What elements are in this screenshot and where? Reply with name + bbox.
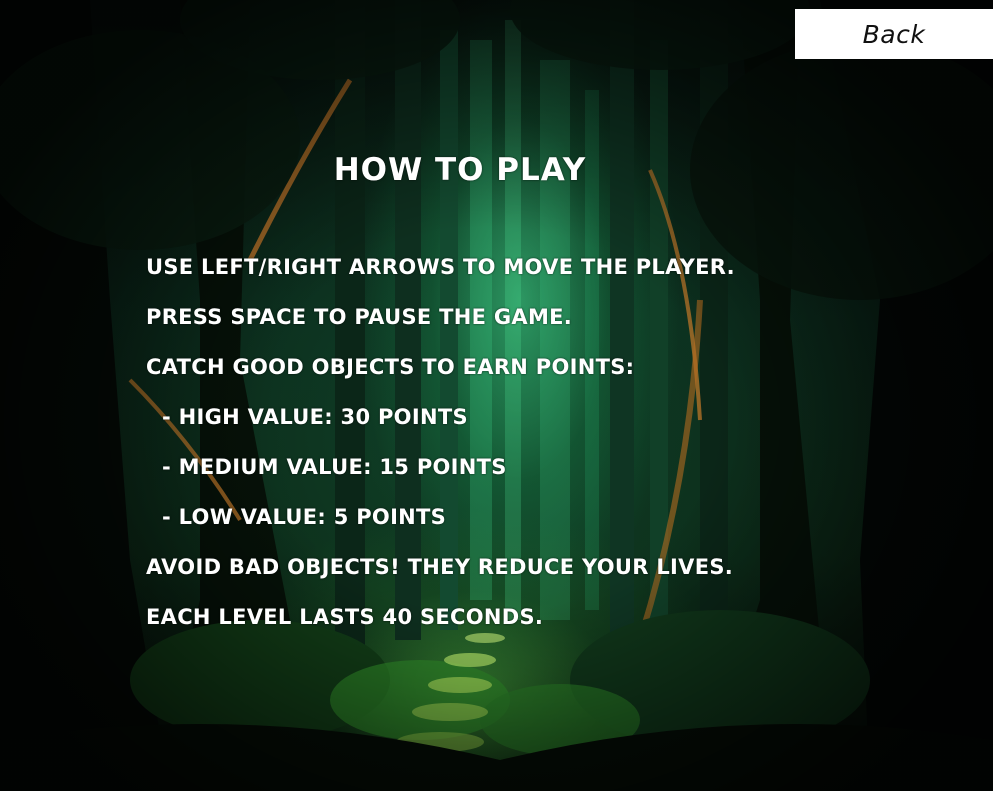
back-button[interactable]: Back	[795, 9, 993, 59]
instruction-low-value: - LOW VALUE: 5 POINTS	[162, 505, 447, 529]
instruction-pause: PRESS SPACE TO PAUSE THE GAME.	[146, 305, 573, 329]
instructions-list: USE LEFT/RIGHT ARROWS TO MOVE THE PLAYER…	[146, 252, 735, 652]
instruction-avoid-bad-objects: AVOID BAD OBJECTS! THEY REDUCE YOUR LIVE…	[146, 555, 734, 579]
instruction-high-value: - HIGH VALUE: 30 POINTS	[162, 405, 468, 429]
instruction-level-duration: EACH LEVEL LASTS 40 SECONDS.	[146, 605, 544, 629]
instruction-move: USE LEFT/RIGHT ARROWS TO MOVE THE PLAYER…	[146, 255, 735, 279]
page-title: HOW TO PLAY	[333, 152, 587, 188]
instruction-catch-good-objects: CATCH GOOD OBJECTS TO EARN POINTS:	[146, 355, 635, 379]
instruction-medium-value: - MEDIUM VALUE: 15 POINTS	[162, 455, 507, 479]
